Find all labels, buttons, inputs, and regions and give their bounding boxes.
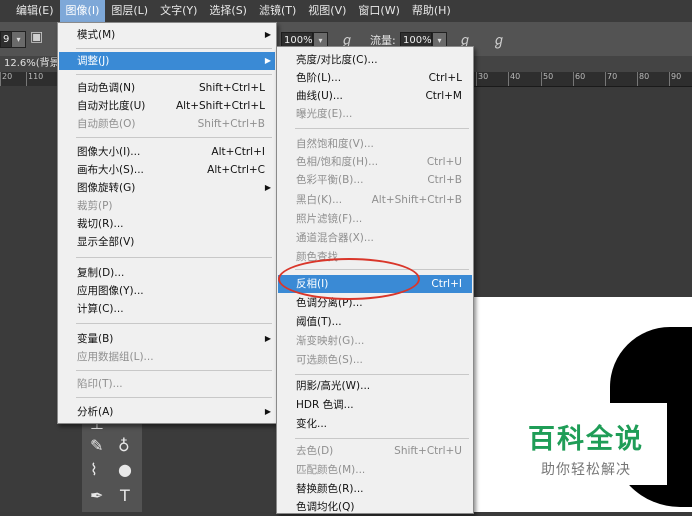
ruler-tick: 110	[25, 72, 44, 86]
blur-icon[interactable]: ⌇	[90, 460, 98, 479]
dodge-icon[interactable]: ●	[118, 460, 132, 479]
menu-item-variables[interactable]: 变量(B) ▶	[59, 330, 275, 348]
menu-item-brightness-contrast[interactable]: 亮度/对比度(C)...	[278, 51, 472, 69]
menu-item-crop[interactable]: 裁剪(P)	[59, 197, 275, 215]
menu-edit[interactable]: 编辑(E)	[10, 0, 60, 22]
menu-item-apply-data-set[interactable]: 应用数据组(L)...	[59, 348, 275, 366]
brush-size-dropdown[interactable]: ▾	[11, 31, 26, 48]
submenu-arrow-icon: ▶	[264, 56, 271, 65]
menu-item-threshold[interactable]: 阈值(T)...	[278, 313, 472, 331]
menu-item-auto-contrast[interactable]: 自动对比度(U) Alt+Shift+Ctrl+L	[59, 97, 275, 115]
menu-layer[interactable]: 图层(L)	[105, 0, 154, 22]
eraser-icon[interactable]: ✎	[90, 436, 103, 455]
ruler-tick: 50	[540, 72, 554, 86]
menu-item-curves[interactable]: 曲线(U)... Ctrl+M	[278, 87, 472, 105]
submenu-arrow-icon: ▶	[264, 334, 271, 343]
ruler-tick: 30	[475, 72, 489, 86]
menu-image[interactable]: 图像(I)	[59, 0, 106, 22]
menu-item-duplicate[interactable]: 复制(D)...	[59, 264, 275, 282]
menu-item-selective-color[interactable]: 可选颜色(S)...	[278, 351, 472, 369]
menu-item-photo-filter[interactable]: 照片滤镜(F)...	[278, 210, 472, 228]
menu-item-adjustments[interactable]: 调整(J) ▶	[59, 52, 275, 70]
menu-separator	[76, 48, 272, 49]
menu-item-hue-saturation[interactable]: 色相/饱和度(H)... Ctrl+U	[278, 153, 472, 171]
ruler-tick: 40	[507, 72, 521, 86]
menu-item-shadows-highlights[interactable]: 阴影/高光(W)...	[278, 377, 472, 395]
menu-separator	[295, 128, 469, 129]
menu-item-image-size[interactable]: 图像大小(I)... Alt+Ctrl+I	[59, 143, 275, 161]
annotation-circle	[278, 258, 420, 300]
menu-item-gradient-map[interactable]: 渐变映射(G)...	[278, 332, 472, 350]
menu-item-equalize[interactable]: 色调均化(Q)	[278, 498, 472, 516]
menu-item-auto-tone[interactable]: 自动色调(N) Shift+Ctrl+L	[59, 79, 275, 97]
menu-help[interactable]: 帮助(H)	[406, 0, 457, 22]
menu-view[interactable]: 视图(V)	[302, 0, 352, 22]
menu-item-analysis[interactable]: 分析(A) ▶	[59, 403, 275, 421]
menu-separator	[76, 397, 272, 398]
menu-separator	[76, 257, 272, 258]
brush-panel-icon[interactable]: ▣	[30, 29, 43, 45]
menu-item-vibrance[interactable]: 自然饱和度(V)...	[278, 135, 472, 153]
menu-window[interactable]: 窗口(W)	[352, 0, 405, 22]
pen-icon[interactable]: ✒	[90, 486, 103, 505]
ruler-tick: 80	[636, 72, 650, 86]
menu-filter[interactable]: 滤镜(T)	[253, 0, 302, 22]
menu-bar: 编辑(E) 图像(I) 图层(L) 文字(Y) 选择(S) 滤镜(T) 视图(V…	[0, 0, 692, 22]
watermark-subtitle: 助你轻松解决	[541, 462, 631, 478]
tools-panel: ⊥ ✎ ♁ ⌇ ● ✒ T	[82, 412, 142, 512]
menu-separator	[295, 374, 469, 375]
menu-item-calculations[interactable]: 计算(C)...	[59, 300, 275, 318]
ruler-tick: 90	[668, 72, 682, 86]
watermark-logo: 百科全说 助你轻松解决	[505, 403, 667, 485]
menu-item-black-white[interactable]: 黑白(K)... Alt+Shift+Ctrl+B	[278, 191, 472, 209]
menu-type[interactable]: 文字(Y)	[154, 0, 203, 22]
menu-item-levels[interactable]: 色阶(L)... Ctrl+L	[278, 69, 472, 87]
menu-item-color-balance[interactable]: 色彩平衡(B)... Ctrl+B	[278, 171, 472, 189]
menu-item-trap[interactable]: 陷印(T)...	[59, 375, 275, 393]
pressure-size-icon[interactable]: ℊ	[492, 30, 506, 50]
menu-item-auto-color[interactable]: 自动颜色(O) Shift+Ctrl+B	[59, 115, 275, 133]
menu-item-image-rotation[interactable]: 图像旋转(G) ▶	[59, 179, 275, 197]
menu-separator	[76, 370, 272, 371]
menu-separator	[76, 137, 272, 138]
ruler-tick: 70	[604, 72, 618, 86]
image-menu-dropdown: 模式(M) ▶ 调整(J) ▶ 自动色调(N) Shift+Ctrl+L 自动对比度(…	[57, 22, 277, 424]
menu-separator	[295, 438, 469, 439]
submenu-arrow-icon: ▶	[264, 183, 271, 192]
menu-item-variations[interactable]: 变化...	[278, 415, 472, 433]
watermark-title: 百科全说	[528, 424, 644, 455]
menu-item-canvas-size[interactable]: 画布大小(S)... Alt+Ctrl+C	[59, 161, 275, 179]
menu-separator	[76, 74, 272, 75]
menu-item-hdr-toning[interactable]: HDR 色调...	[278, 396, 472, 414]
menu-separator	[76, 323, 272, 324]
submenu-arrow-icon: ▶	[264, 407, 271, 416]
document-tab[interactable]: 12.6%(背景	[0, 56, 60, 72]
ruler-tick: 20	[0, 72, 13, 86]
menu-item-match-color[interactable]: 匹配颜色(M)...	[278, 461, 472, 479]
menu-select[interactable]: 选择(S)	[203, 0, 253, 22]
menu-item-channel-mixer[interactable]: 通道混合器(X)...	[278, 229, 472, 247]
menu-item-apply-image[interactable]: 应用图像(Y)...	[59, 282, 275, 300]
menu-item-exposure[interactable]: 曝光度(E)...	[278, 105, 472, 123]
menu-item-trim[interactable]: 裁切(R)...	[59, 215, 275, 233]
submenu-arrow-icon: ▶	[264, 30, 271, 39]
menu-item-replace-color[interactable]: 替换颜色(R)...	[278, 480, 472, 498]
menu-item-mode[interactable]: 模式(M) ▶	[59, 26, 275, 44]
menu-item-desaturate[interactable]: 去色(D) Shift+Ctrl+U	[278, 442, 472, 460]
paint-bucket-icon[interactable]: ♁	[118, 436, 130, 455]
ruler-tick: 60	[572, 72, 586, 86]
menu-item-reveal-all[interactable]: 显示全部(V)	[59, 233, 275, 251]
type-icon[interactable]: T	[120, 486, 130, 505]
